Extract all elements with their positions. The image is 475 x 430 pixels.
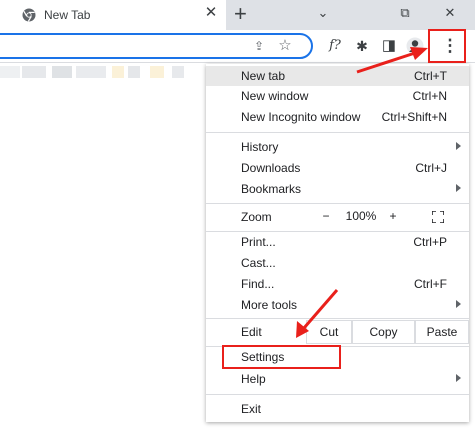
menu-label: Exit xyxy=(241,402,262,416)
paste-button[interactable]: Paste xyxy=(415,320,469,344)
menu-item-print[interactable]: Print... Ctrl+P xyxy=(206,232,469,252)
zoom-label: Zoom xyxy=(241,210,272,224)
menu-item-bookmarks[interactable]: Bookmarks xyxy=(206,179,469,199)
minimize-icon[interactable]: ⌄ xyxy=(313,4,333,22)
menu-item-find[interactable]: Find... Ctrl+F xyxy=(206,274,469,294)
extension-f-icon[interactable]: f? xyxy=(326,37,344,55)
submenu-arrow-icon xyxy=(456,142,461,150)
menu-label: Downloads xyxy=(241,161,301,175)
menu-shortcut: Ctrl+P xyxy=(413,235,447,249)
menu-divider xyxy=(206,203,469,204)
submenu-arrow-icon xyxy=(456,300,461,308)
address-bar[interactable]: ⇪ ☆ xyxy=(0,33,313,59)
menu-divider xyxy=(206,318,469,319)
menu-item-cast[interactable]: Cast... xyxy=(206,253,469,273)
menu-label: Cast... xyxy=(241,256,276,270)
menu-item-new-incognito-window[interactable]: New Incognito window Ctrl+Shift+N xyxy=(206,107,469,127)
menu-label: New tab xyxy=(241,69,286,83)
menu-item-help[interactable]: Help xyxy=(206,369,469,389)
close-tab-icon[interactable]: ✕ xyxy=(203,5,219,21)
edit-row: Edit Cut Copy Paste xyxy=(206,320,469,344)
menu-shortcut: Ctrl+J xyxy=(415,161,447,175)
share-icon[interactable]: ⇪ xyxy=(250,37,268,55)
toolbar: ⇪ ☆ f? ✱ ◨ ⋮ xyxy=(0,30,475,63)
menu-label: Print... xyxy=(241,235,276,249)
menu-label: New Incognito window xyxy=(241,110,361,124)
zoom-out-button[interactable]: − xyxy=(311,205,341,229)
cut-button[interactable]: Cut xyxy=(306,320,352,344)
zoom-in-button[interactable]: + xyxy=(381,205,405,229)
annotation-box-menu-button xyxy=(428,29,466,63)
zoom-level: 100% xyxy=(345,209,377,223)
menu-label: New window xyxy=(241,89,309,103)
blurred-bookmarks-strip xyxy=(0,66,205,78)
chrome-icon xyxy=(22,8,36,22)
window-close-icon[interactable]: ✕ xyxy=(440,4,460,22)
maximize-icon[interactable]: ⧉ xyxy=(395,4,415,22)
menu-label: Find... xyxy=(241,277,275,291)
extensions-puzzle-icon[interactable]: ✱ xyxy=(353,37,371,55)
menu-label: More tools xyxy=(241,298,298,312)
submenu-arrow-icon xyxy=(456,184,461,192)
menu-item-history[interactable]: History xyxy=(206,137,469,157)
menu-item-new-tab[interactable]: New tab Ctrl+T xyxy=(206,66,469,86)
menu-item-downloads[interactable]: Downloads Ctrl+J xyxy=(206,158,469,178)
menu-divider xyxy=(206,394,469,395)
annotation-box-settings xyxy=(222,345,341,369)
profile-avatar-icon[interactable] xyxy=(406,37,424,55)
bookmark-star-icon[interactable]: ☆ xyxy=(276,37,294,55)
menu-item-new-window[interactable]: New window Ctrl+N xyxy=(206,86,469,106)
title-bar: New Tab ✕ + ⌄ ⧉ ✕ xyxy=(0,0,475,30)
menu-shortcut: Ctrl+Shift+N xyxy=(381,110,447,124)
fullscreen-icon[interactable] xyxy=(432,211,444,223)
menu-label: Help xyxy=(241,372,266,386)
edit-label: Edit xyxy=(241,325,262,339)
menu-label: History xyxy=(241,140,279,154)
tab-title: New Tab xyxy=(44,8,91,22)
menu-shortcut: Ctrl+N xyxy=(412,89,447,103)
menu-item-more-tools[interactable]: More tools xyxy=(206,295,469,315)
tab-new-tab[interactable]: New Tab ✕ xyxy=(0,0,226,30)
side-panel-icon[interactable]: ◨ xyxy=(380,37,398,55)
menu-shortcut: Ctrl+F xyxy=(414,277,447,291)
menu-divider xyxy=(206,132,469,133)
copy-button[interactable]: Copy xyxy=(352,320,415,344)
menu-item-exit[interactable]: Exit xyxy=(206,399,469,419)
new-tab-button[interactable]: + xyxy=(234,3,247,25)
menu-shortcut: Ctrl+T xyxy=(414,69,447,83)
menu-label: Bookmarks xyxy=(241,182,302,196)
zoom-row: Zoom − 100% + xyxy=(206,205,469,229)
submenu-arrow-icon xyxy=(456,374,461,382)
